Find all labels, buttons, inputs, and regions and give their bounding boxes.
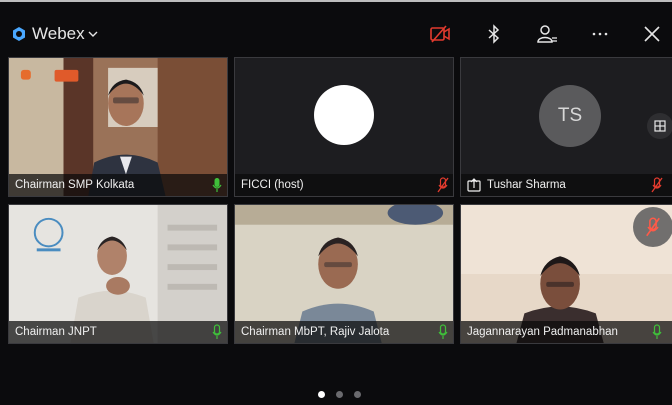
- grid-icon: [654, 120, 666, 132]
- participants-button[interactable]: [535, 22, 559, 46]
- participant-namebar: Tushar Sharma: [461, 174, 672, 196]
- mute-indicator: [633, 207, 672, 247]
- chevron-down-icon: [88, 31, 98, 37]
- microphone-on-icon: [652, 324, 662, 339]
- participant-name: FICCI (host): [241, 179, 304, 191]
- page-indicator: [318, 391, 361, 398]
- avatar: TS: [539, 85, 601, 147]
- more-options-button[interactable]: [588, 22, 612, 46]
- microphone-on-icon: [438, 324, 448, 339]
- top-bar: Webex: [0, 10, 672, 54]
- microphone-on-icon: [212, 178, 222, 192]
- participant-tile[interactable]: Chairman JNPT: [8, 204, 228, 344]
- participant-namebar: Chairman JNPT: [9, 321, 227, 343]
- close-icon: [644, 26, 660, 42]
- avatar: [314, 85, 374, 145]
- webex-meeting-window: Webex Chairman SMP Kolkata FICCI (host) …: [0, 0, 672, 405]
- more-icon: [592, 32, 608, 36]
- video-toggle-button[interactable]: [428, 22, 452, 46]
- participants-icon: [537, 25, 557, 43]
- bluetooth-button[interactable]: [482, 22, 506, 46]
- participant-namebar: FICCI (host): [235, 174, 453, 196]
- participant-namebar: Chairman SMP Kolkata: [9, 174, 227, 196]
- participant-name: Jagannarayan Padmanabhan: [467, 326, 618, 338]
- participant-namebar: Jagannarayan Padmanabhan: [461, 321, 672, 343]
- page-dot[interactable]: [354, 391, 361, 398]
- participant-tile[interactable]: TS Tushar Sharma: [460, 57, 672, 197]
- participant-tile[interactable]: FICCI (host): [234, 57, 454, 197]
- participant-tile[interactable]: Chairman MbPT, Rajiv Jalota: [234, 204, 454, 344]
- participant-name: Chairman MbPT, Rajiv Jalota: [241, 326, 390, 338]
- microphone-muted-icon: [646, 217, 660, 237]
- participant-name: Chairman SMP Kolkata: [15, 179, 135, 191]
- brand-label: Webex: [32, 24, 85, 43]
- webex-logo-icon: [13, 27, 25, 41]
- bluetooth-icon: [488, 24, 500, 44]
- video-off-icon: [430, 25, 450, 43]
- layout-grid-button[interactable]: [647, 113, 672, 139]
- page-dot[interactable]: [318, 391, 325, 398]
- participant-tile[interactable]: Chairman SMP Kolkata: [8, 57, 228, 197]
- webex-menu[interactable]: Webex: [12, 24, 99, 44]
- microphone-on-icon: [212, 324, 222, 339]
- participant-tile[interactable]: Jagannarayan Padmanabhan: [460, 204, 672, 344]
- microphone-muted-icon: [437, 177, 449, 193]
- participant-namebar: Chairman MbPT, Rajiv Jalota: [235, 321, 453, 343]
- participant-name: Tushar Sharma: [487, 179, 566, 191]
- share-icon: [467, 178, 481, 192]
- close-button[interactable]: [640, 22, 664, 46]
- participant-name: Chairman JNPT: [15, 326, 97, 338]
- microphone-muted-icon: [651, 177, 663, 193]
- page-dot[interactable]: [336, 391, 343, 398]
